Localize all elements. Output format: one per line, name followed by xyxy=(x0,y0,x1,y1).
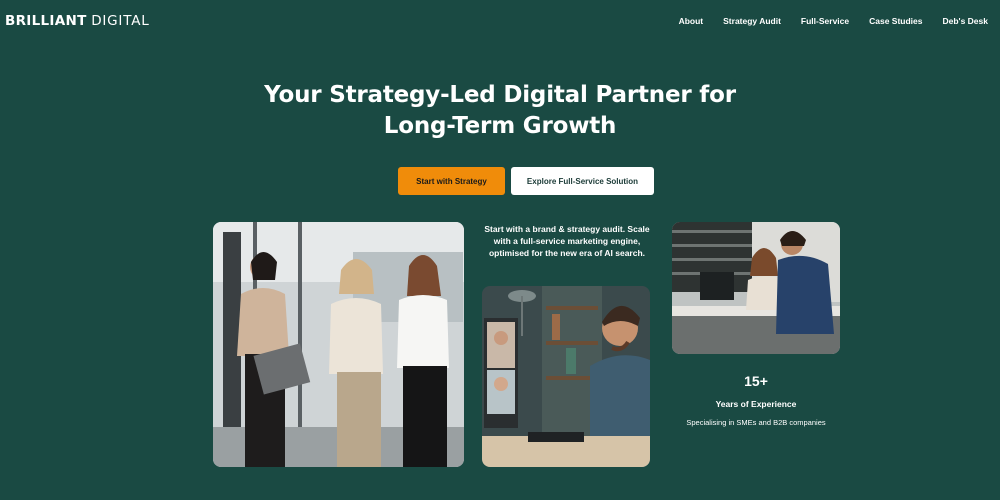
logo-light-text: DIGITAL xyxy=(91,13,150,29)
intro-text: Start with a brand & strategy audit. Sca… xyxy=(484,224,650,259)
video-call-photo xyxy=(482,286,650,467)
stat-subtext: Specialising in SMEs and B2B companies xyxy=(686,418,826,427)
brand-logo[interactable]: BRILLIANT DIGITAL xyxy=(5,13,150,29)
office-meeting-photo xyxy=(672,222,840,354)
hero-title-line-1: Your Strategy-Led Digital Partner for xyxy=(264,82,736,108)
stat-value: 15+ xyxy=(744,373,768,389)
nav-item-strategy-audit[interactable]: Strategy Audit xyxy=(723,16,781,26)
nav-item-full-service[interactable]: Full-Service xyxy=(801,16,849,26)
nav-links: About Strategy Audit Full-Service Case S… xyxy=(659,16,988,26)
nav-item-about[interactable]: About xyxy=(679,16,704,26)
nav-item-case-studies[interactable]: Case Studies xyxy=(869,16,922,26)
start-with-strategy-button[interactable]: Start with Strategy xyxy=(398,167,505,195)
explore-full-service-button[interactable]: Explore Full-Service Solution xyxy=(511,167,654,195)
top-nav: BRILLIANT DIGITAL About Strategy Audit F… xyxy=(0,0,1000,42)
team-walking-photo xyxy=(213,222,464,467)
hero-title: Your Strategy-Led Digital Partner for Lo… xyxy=(250,80,750,142)
nav-item-debs-desk[interactable]: Deb's Desk xyxy=(943,16,989,26)
hero-title-line-2: Long-Term Growth xyxy=(383,113,617,139)
stat-label: Years of Experience xyxy=(715,399,797,409)
logo-bold-text: BRILLIANT xyxy=(5,13,87,29)
